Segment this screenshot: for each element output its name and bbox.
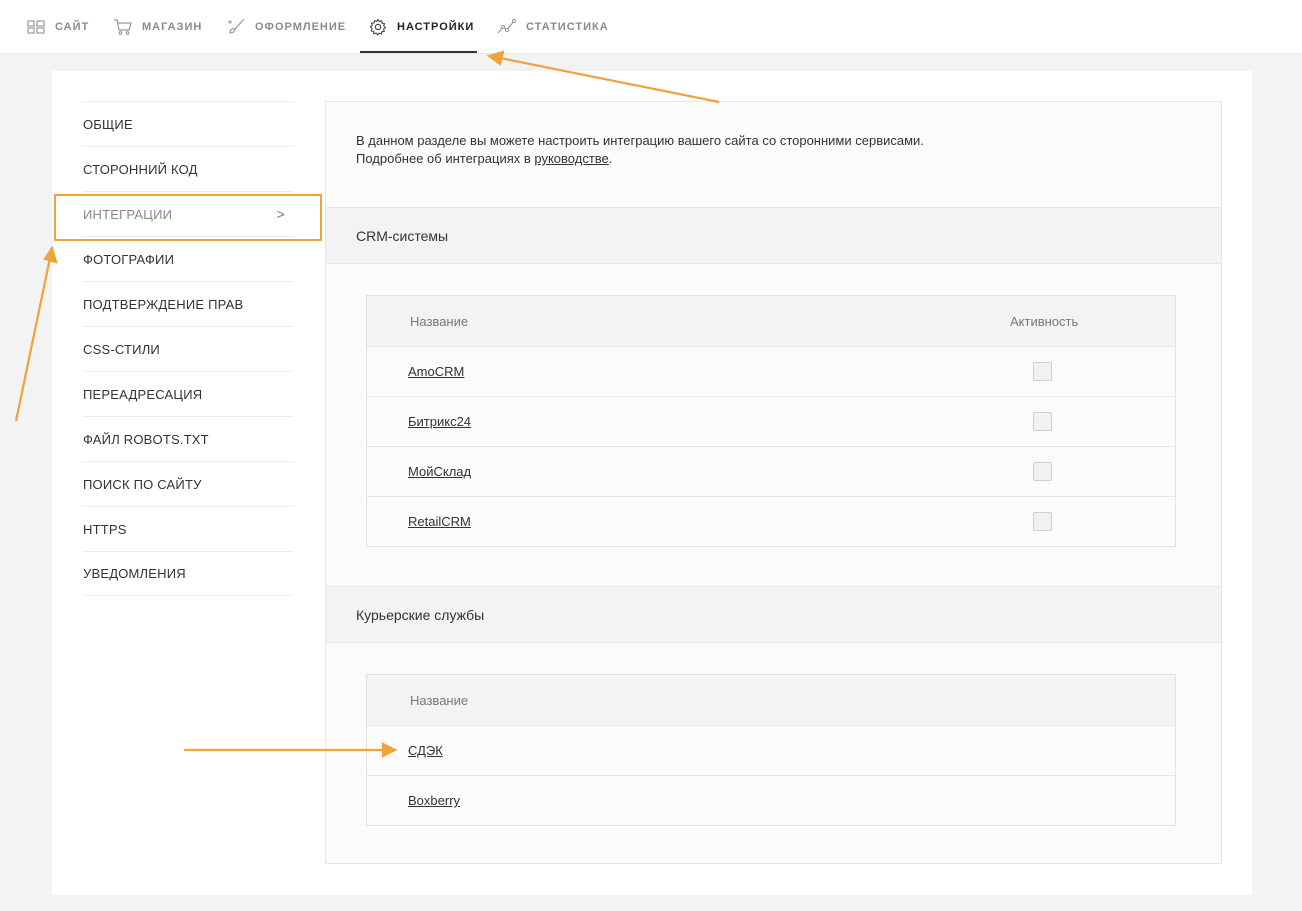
- integration-link-moysklad[interactable]: МойСклад: [408, 464, 471, 479]
- table-header: Название: [367, 675, 1175, 725]
- active-checkbox[interactable]: [1033, 462, 1052, 481]
- table-row: AmoCRM: [367, 346, 1175, 396]
- column-header-name: Название: [410, 313, 469, 329]
- sidebar-item-label: ФОТОГРАФИИ: [83, 251, 175, 267]
- nav-item-shop[interactable]: МАГАЗИН: [113, 0, 202, 54]
- active-tab-indicator: [360, 51, 477, 53]
- top-navigation: САЙТ МАГАЗИН ОФОРМЛЕНИЕ НАСТРОЙКИ СТАТИС…: [0, 0, 1302, 54]
- chart-line-icon: [497, 17, 517, 37]
- integration-link-cdek[interactable]: СДЭК: [408, 743, 443, 758]
- integration-link-amocrm[interactable]: AmoCRM: [408, 364, 464, 379]
- sidebar-item-general[interactable]: ОБЩИЕ: [83, 101, 293, 146]
- crm-table: Название Активность AmoCRM Битрикс24 Мой…: [366, 295, 1176, 547]
- integrations-highlight-box: [54, 194, 322, 241]
- arrow-to-integrations: [14, 257, 52, 422]
- sidebar-item-label: ФАЙЛ ROBOTS.TXT: [83, 431, 209, 447]
- nav-item-statistics[interactable]: СТАТИСТИКА: [497, 0, 609, 54]
- column-header-active: Активность: [1010, 313, 1079, 329]
- courier-section-title: Курьерские службы: [326, 586, 1221, 643]
- table-row: Boxberry: [367, 775, 1175, 825]
- intro-prefix: Подробнее об интеграциях в: [356, 151, 535, 166]
- sidebar-item-redirects[interactable]: ПЕРЕАДРЕСАЦИЯ: [83, 371, 293, 416]
- crm-section-title: CRM-системы: [326, 207, 1221, 264]
- sidebar-item-robots-txt[interactable]: ФАЙЛ ROBOTS.TXT: [83, 416, 293, 461]
- table-row: RetailCRM: [367, 496, 1175, 546]
- active-checkbox[interactable]: [1033, 412, 1052, 431]
- sidebar-item-https[interactable]: HTTPS: [83, 506, 293, 551]
- sidebar-item-photos[interactable]: ФОТОГРАФИИ: [83, 236, 293, 281]
- nav-label: НАСТРОЙКИ: [397, 21, 475, 33]
- sidebar-item-label: ПОИСК ПО САЙТУ: [83, 476, 202, 492]
- sidebar-item-label: ОБЩИЕ: [83, 116, 133, 132]
- table-header: Название Активность: [367, 296, 1175, 346]
- guide-link[interactable]: руководстве: [534, 151, 608, 166]
- table-row: Битрикс24: [367, 396, 1175, 446]
- intro-line: Подробнее об интеграциях в руководстве.: [356, 150, 924, 168]
- sidebar-item-third-party-code[interactable]: СТОРОННИЙ КОД: [83, 146, 293, 191]
- intro-line: В данном разделе вы можете настроить инт…: [356, 133, 924, 148]
- intro-text: В данном разделе вы можете настроить инт…: [356, 132, 924, 168]
- sidebar-item-label: СТОРОННИЙ КОД: [83, 161, 198, 177]
- sidebar-item-label: HTTPS: [83, 521, 127, 537]
- nav-item-settings[interactable]: НАСТРОЙКИ: [368, 0, 474, 54]
- active-checkbox[interactable]: [1033, 362, 1052, 381]
- column-header-name: Название: [410, 692, 469, 708]
- nav-label: МАГАЗИН: [142, 21, 203, 33]
- settings-sidebar: ОБЩИЕ СТОРОННИЙ КОД ИНТЕГРАЦИИ > ФОТОГРАФ…: [83, 101, 293, 596]
- sidebar-item-label: CSS-СТИЛИ: [83, 341, 160, 357]
- sidebar-item-css-styles[interactable]: CSS-СТИЛИ: [83, 326, 293, 371]
- sidebar-item-label: ПЕРЕАДРЕСАЦИЯ: [83, 386, 203, 402]
- active-checkbox[interactable]: [1033, 512, 1052, 531]
- brush-icon: [226, 17, 246, 37]
- nav-label: САЙТ: [55, 21, 90, 33]
- nav-item-site[interactable]: САЙТ: [26, 0, 89, 54]
- sidebar-item-label: ПОДТВЕРЖДЕНИЕ ПРАВ: [83, 296, 244, 312]
- integration-link-retailcrm[interactable]: RetailCRM: [408, 514, 471, 529]
- table-row: СДЭК: [367, 725, 1175, 775]
- intro-suffix: .: [608, 151, 613, 166]
- nav-label: СТАТИСТИКА: [526, 21, 609, 33]
- gear-icon: [368, 17, 388, 37]
- courier-table: Название СДЭК Boxberry: [366, 674, 1176, 826]
- integrations-panel: В данном разделе вы можете настроить инт…: [325, 101, 1222, 864]
- sidebar-item-notifications[interactable]: УВЕДОМЛЕНИЯ: [83, 551, 293, 596]
- integration-link-boxberry[interactable]: Boxberry: [408, 793, 460, 808]
- sidebar-item-rights-confirmation[interactable]: ПОДТВЕРЖДЕНИЕ ПРАВ: [83, 281, 293, 326]
- grid-icon: [26, 17, 46, 37]
- table-row: МойСклад: [367, 446, 1175, 496]
- sidebar-item-site-search[interactable]: ПОИСК ПО САЙТУ: [83, 461, 293, 506]
- cart-icon: [113, 17, 133, 37]
- nav-label: ОФОРМЛЕНИЕ: [255, 21, 347, 33]
- sidebar-item-label: УВЕДОМЛЕНИЯ: [83, 566, 186, 581]
- integration-link-bitrix24[interactable]: Битрикс24: [408, 414, 471, 429]
- nav-item-design[interactable]: ОФОРМЛЕНИЕ: [226, 0, 346, 54]
